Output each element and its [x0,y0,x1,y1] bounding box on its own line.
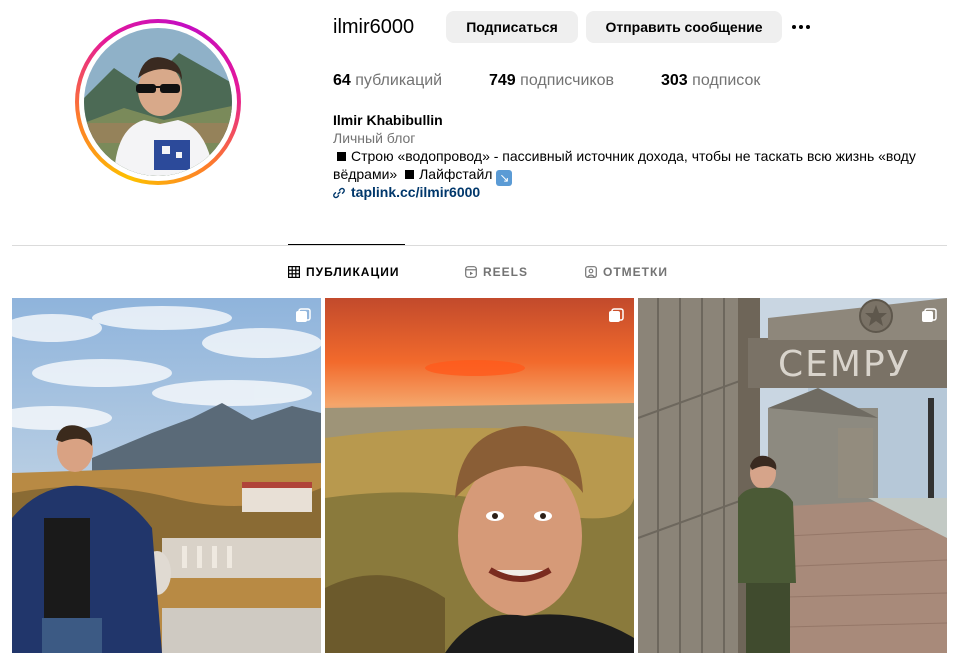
bio-lifestyle: Лайфстайл [419,166,493,182]
profile-bio: Строю «водопровод» - пассивный источник … [333,147,933,186]
posts-label: публикаций [355,72,443,89]
tab-reels[interactable]: REELS [465,264,528,280]
followers-count: 749 [489,72,516,89]
followers-label: подписчиков [520,72,614,89]
stat-following[interactable]: 303 подписок [661,71,760,91]
post-image [325,298,634,653]
gate-sign-text: СЕМРУ [778,344,911,385]
post-tile[interactable] [12,298,321,653]
tab-reels-label: REELS [483,265,529,279]
tab-posts-label: ПУБЛИКАЦИИ [306,265,400,279]
tab-tagged[interactable]: ОТМЕТКИ [585,264,668,280]
stat-posts: 64 публикаций [333,71,442,91]
profile-username: ilmir6000 [333,16,415,38]
carousel-icon [296,308,311,322]
tab-posts[interactable]: ПУБЛИКАЦИИ [288,264,399,280]
reels-icon [465,266,477,278]
more-options-icon[interactable] [788,11,814,43]
arrow-down-right-icon: ↘ [496,170,513,186]
link-icon [333,187,345,199]
profile-category: Личный блог [333,130,416,146]
tabs-divider [12,245,947,246]
carousel-icon [922,308,937,322]
stat-followers[interactable]: 749 подписчиков [489,71,614,91]
tab-tagged-label: ОТМЕТКИ [603,265,668,279]
post-tile[interactable] [325,298,634,653]
profile-link[interactable]: taplink.cc/ilmir6000 [333,183,480,201]
post-image: СЕМРУ [638,298,947,653]
profile-avatar[interactable] [75,19,241,185]
black-square-icon [337,152,346,162]
post-image [12,298,321,653]
follow-button[interactable]: Подписаться [446,11,578,43]
post-tile[interactable]: СЕМРУ [638,298,947,653]
profile-link-text: taplink.cc/ilmir6000 [351,184,481,200]
avatar [84,28,232,176]
active-tab-indicator [288,244,405,245]
tagged-icon [585,266,597,278]
profile-full-name: Ilmir Khabibullin [333,112,443,128]
posts-count: 64 [333,72,351,89]
following-label: подписок [692,72,761,89]
carousel-icon [609,308,624,322]
grid-icon [288,266,300,278]
following-count: 303 [661,72,688,89]
avatar-image [84,28,232,176]
black-square-icon [405,170,415,180]
send-message-button[interactable]: Отправить сообщение [586,11,782,43]
